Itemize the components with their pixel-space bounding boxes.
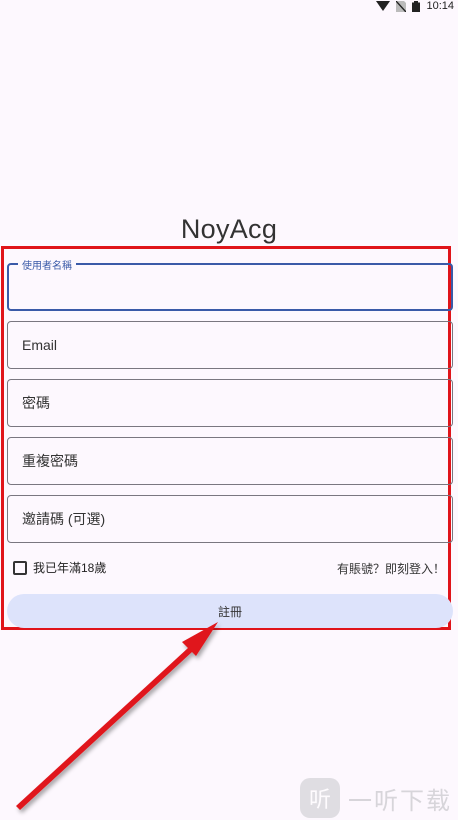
watermark-text: 一听下载 bbox=[348, 786, 452, 815]
status-time: 10:14 bbox=[426, 0, 454, 12]
email-placeholder: Email bbox=[22, 337, 58, 353]
invite-code-placeholder: 邀請碼 (可選) bbox=[22, 511, 106, 527]
watermark: 听 一听下载 bbox=[300, 778, 452, 818]
register-button-label: 註冊 bbox=[217, 604, 242, 619]
password-placeholder: 密碼 bbox=[22, 395, 50, 411]
wifi-icon bbox=[376, 1, 391, 11]
email-field[interactable]: Email bbox=[7, 321, 453, 369]
status-bar: 10:14 bbox=[376, 0, 458, 12]
age-checkbox[interactable] bbox=[13, 560, 27, 575]
login-link[interactable]: 有賬號？即刻登入！ bbox=[337, 560, 445, 577]
battery-icon bbox=[412, 0, 421, 12]
confirm-password-field[interactable]: 重複密碼 bbox=[7, 437, 453, 485]
watermark-logo: 听 bbox=[300, 778, 340, 818]
age-check-label: 我已年滿18歲 bbox=[33, 561, 107, 575]
username-field[interactable]: 使用者名稱 bbox=[7, 257, 453, 311]
password-field[interactable]: 密碼 bbox=[7, 379, 453, 427]
app-title: NoyAcg bbox=[180, 214, 278, 244]
no-sim-icon bbox=[396, 0, 407, 12]
age-check-row[interactable]: 我已年滿18歲 bbox=[13, 559, 106, 576]
invite-code-field[interactable]: 邀請碼 (可選) bbox=[7, 495, 453, 543]
confirm-password-placeholder: 重複密碼 bbox=[22, 453, 78, 469]
username-label: 使用者名稱 bbox=[18, 257, 76, 272]
register-button[interactable]: 註冊 bbox=[7, 594, 453, 628]
